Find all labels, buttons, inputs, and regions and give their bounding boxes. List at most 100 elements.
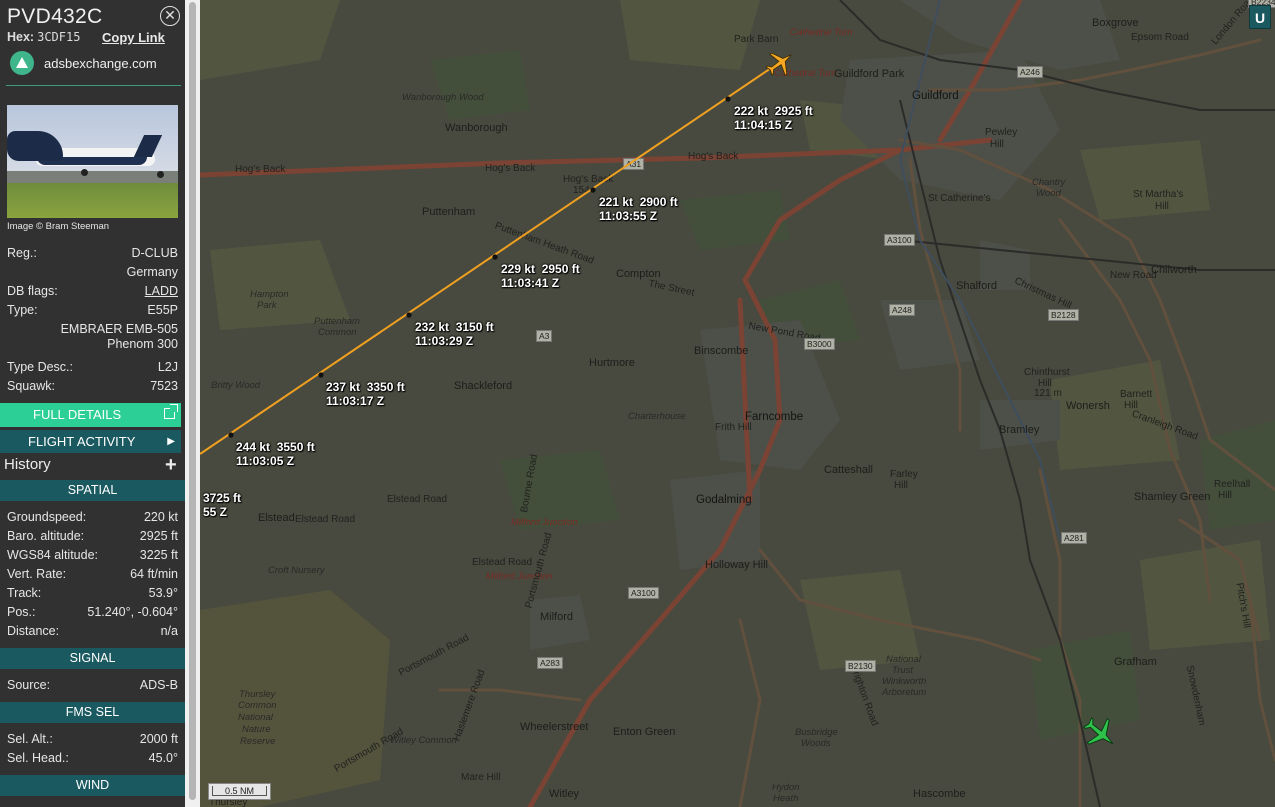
- place-thursley-reserve: Reserve: [240, 736, 276, 747]
- shield-a3100-b: A3100: [628, 587, 659, 599]
- hex-value: 3CDF15: [37, 30, 81, 44]
- hex-row: Hex: 3CDF15: [7, 30, 80, 44]
- aircraft-photo[interactable]: [7, 105, 178, 218]
- place-elstead: Elstead: [258, 512, 295, 524]
- scale-label: 0.5 NM: [212, 786, 267, 796]
- place-st-marthas-hill: Hill: [1155, 201, 1169, 212]
- place-wanborough-wood: Wanborough Wood: [402, 92, 484, 103]
- shield-a246: A246: [1017, 66, 1043, 78]
- place-pewley-hill: Hill: [990, 139, 1004, 150]
- place-pewley: Pewley: [985, 127, 1018, 138]
- place-catteshall: Catteshall: [824, 464, 873, 476]
- place-winkworth: Winkworth: [882, 676, 927, 687]
- place-hampton: Hampton: [250, 289, 289, 300]
- track-label-1: 222 kt 2925 ft 11:04:15 Z: [734, 104, 813, 132]
- signal-section-header[interactable]: SIGNAL: [0, 648, 185, 669]
- db-flags-label: DB flags:: [7, 284, 58, 298]
- map-layer-button[interactable]: U: [1249, 5, 1271, 29]
- place-chantry: Chantry: [1032, 177, 1066, 188]
- road-elstead-road-2: Elstead Road: [472, 557, 533, 568]
- place-hampton-park: Park: [257, 300, 277, 311]
- track-label-4: 232 kt 3150 ft 11:03:29 Z: [415, 320, 494, 348]
- place-wonersh: Wonersh: [1066, 400, 1110, 412]
- place-chilworth: Chilworth: [1151, 264, 1197, 276]
- place-busbridge: Busbridge: [795, 727, 838, 738]
- track-label-7: 3725 ft 55 Z: [203, 491, 242, 519]
- place-farncombe: Farncombe: [745, 411, 804, 423]
- place-croft-nursery: Croft Nursery: [268, 565, 325, 576]
- place-binscombe: Binscombe: [694, 345, 749, 357]
- place-national-trust: National: [886, 654, 921, 665]
- sidebar-scrollbar[interactable]: [185, 0, 200, 807]
- place-frith-hill: Frith Hill: [715, 422, 752, 433]
- place-grafham: Grafham: [1114, 656, 1157, 668]
- place-hogs-back-154: 154: [573, 185, 590, 196]
- triangle-right-icon: ▶: [167, 436, 175, 447]
- place-shamley-green: Shamley Green: [1134, 491, 1211, 503]
- map-view[interactable]: Park Barn Cathedral Turn Cathedral Turn …: [200, 0, 1275, 807]
- place-chantry-wood: Wood: [1036, 188, 1061, 199]
- close-icon[interactable]: ✕: [160, 6, 180, 26]
- type-label: Type:: [7, 303, 38, 317]
- shield-b3000: B3000: [804, 338, 835, 350]
- place-hydon: Hydon: [772, 782, 800, 793]
- track-label-6: 244 kt 3550 ft 11:03:05 Z: [236, 440, 315, 468]
- shield-a3: A3: [536, 330, 553, 342]
- place-bramley: Bramley: [999, 424, 1040, 436]
- road-hogs-back-1: Hog's Back: [235, 164, 286, 175]
- shield-a31: A31: [623, 158, 645, 170]
- place-thursley-nature: Nature: [242, 724, 271, 735]
- place-guildford-park: Guildford Park: [834, 68, 905, 80]
- road-hogs-back-2: Hog's Back: [485, 163, 536, 174]
- road-epsom-road: Epsom Road: [1131, 32, 1189, 43]
- copy-link[interactable]: Copy Link: [102, 30, 165, 45]
- place-hogs-back-hill: Hog's Back: [563, 174, 614, 185]
- adsbexchange-logo-icon: [10, 51, 34, 75]
- provider-link[interactable]: adsbexchange.com: [10, 51, 157, 75]
- track-label-2: 221 kt 2900 ft 11:03:55 Z: [599, 195, 678, 223]
- reg-label: Reg.:: [7, 246, 37, 260]
- place-hydon-heath: Heath: [773, 793, 799, 804]
- place-charterhouse: Charterhouse: [628, 411, 686, 422]
- place-arboretum: Arboretum: [882, 687, 927, 698]
- spatial-section-header[interactable]: SPATIAL: [0, 480, 185, 501]
- full-details-button[interactable]: FULL DETAILS: [0, 403, 181, 427]
- place-thursley-common: Thursley: [239, 689, 276, 700]
- place-wheelerstreet: Wheelerstreet: [520, 721, 589, 733]
- type-desc-value: L2J: [157, 360, 178, 374]
- aircraft-info-sidebar: PVD432C ✕ Hex: 3CDF15 Copy Link adsbexcha…: [0, 0, 185, 807]
- expand-history-icon[interactable]: +: [165, 455, 177, 475]
- provider-name: adsbexchange.com: [44, 55, 157, 71]
- db-flags-link[interactable]: LADD: [145, 284, 178, 298]
- shield-a3100: A3100: [884, 234, 915, 246]
- place-chinthurst-elev: 121 m: [1034, 388, 1062, 399]
- place-st-catherines: St Catherine's: [928, 193, 991, 204]
- photo-credit: Image © Bram Steeman: [7, 221, 110, 232]
- shield-b2128: B2128: [1048, 309, 1079, 321]
- selected-aircraft-icon[interactable]: [765, 48, 795, 78]
- shield-a283: A283: [537, 657, 563, 669]
- flight-activity-label: FLIGHT ACTIVITY: [28, 434, 136, 449]
- place-puttenham: Puttenham: [422, 206, 476, 218]
- model-line-1: EMBRAER EMB-505: [60, 322, 178, 336]
- place-holloway-hill: Holloway Hill: [705, 559, 768, 571]
- wind-section-header[interactable]: WIND: [0, 775, 185, 796]
- place-thursley-common-2: Common: [238, 700, 277, 711]
- place-milford: Milford: [540, 611, 574, 623]
- place-chinthurst: Chinthurst: [1024, 367, 1070, 378]
- place-barnett: Barnett: [1120, 389, 1153, 400]
- fms-section-header[interactable]: FMS SEL: [0, 702, 185, 723]
- type-desc-label: Type Desc.:: [7, 360, 73, 374]
- scrollbar-thumb[interactable]: [189, 2, 196, 800]
- place-hurtmore: Hurtmore: [589, 357, 635, 369]
- place-reelhall: Reelhall: [1214, 479, 1251, 490]
- reg-value: D-CLUB: [131, 246, 178, 260]
- flight-activity-button[interactable]: FLIGHT ACTIVITY ▶: [0, 430, 181, 453]
- place-witley: Witley: [549, 788, 579, 800]
- place-park-barn: Park Barn: [734, 34, 779, 45]
- other-aircraft-icon[interactable]: [1082, 715, 1118, 751]
- road-hogs-back-3: Hog's Back: [688, 151, 739, 162]
- callsign: PVD432C: [7, 5, 103, 28]
- place-shalford: Shalford: [956, 280, 997, 292]
- squawk-value: 7523: [150, 379, 178, 393]
